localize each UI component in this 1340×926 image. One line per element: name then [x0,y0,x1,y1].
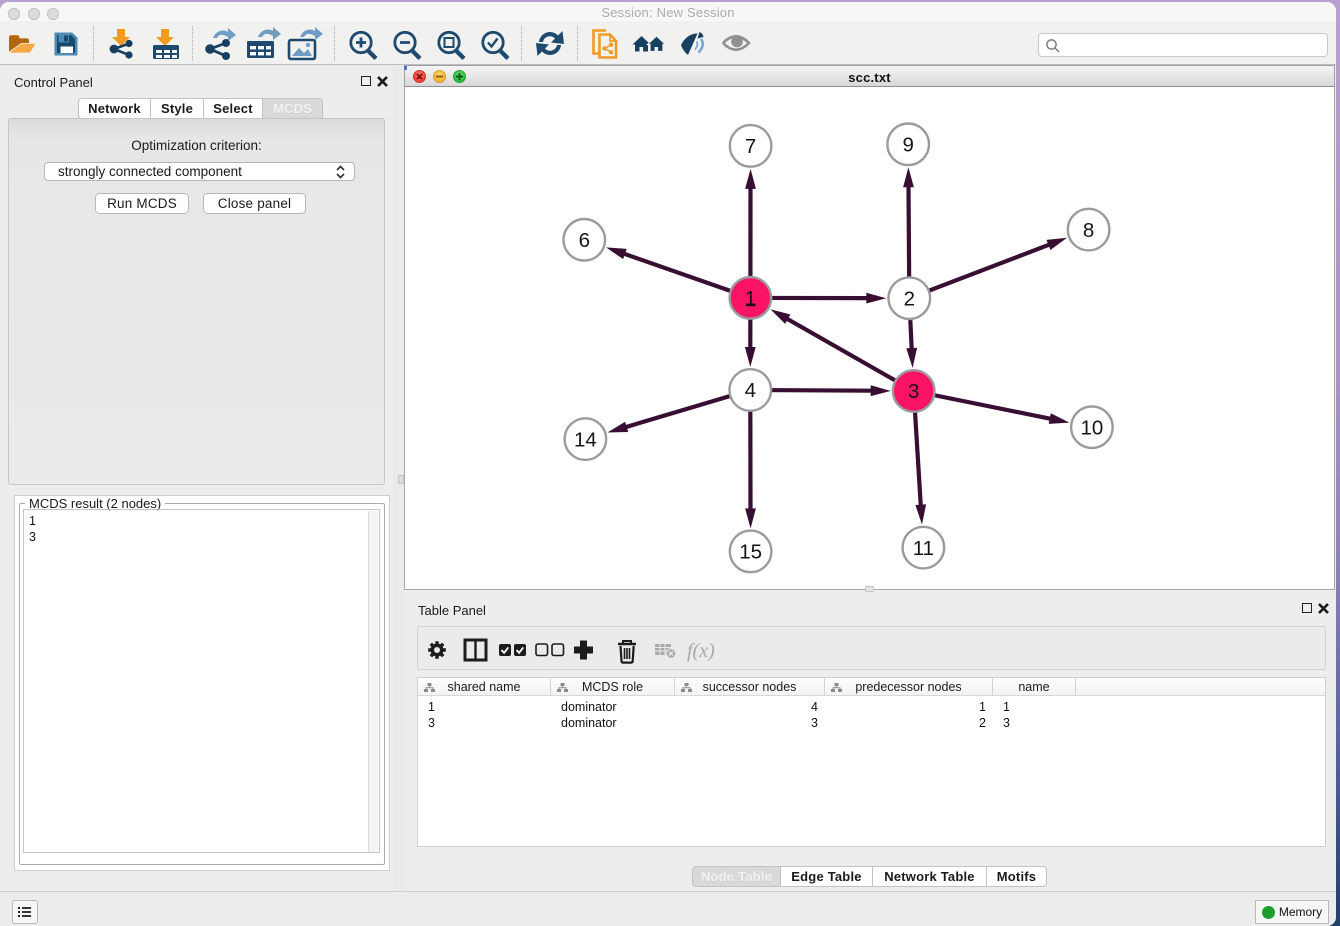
svg-text:15: 15 [739,541,762,564]
svg-text:3: 3 [908,380,919,403]
svg-text:4: 4 [745,379,756,402]
svg-text:7: 7 [745,135,756,158]
svg-text:9: 9 [902,134,913,157]
svg-text:10: 10 [1080,416,1103,439]
svg-text:f(x): f(x) [687,640,715,662]
svg-text:1: 1 [745,287,756,310]
svg-text:8: 8 [1083,219,1094,242]
svg-text:2: 2 [904,287,915,310]
svg-text:6: 6 [579,229,590,252]
svg-text:14: 14 [574,428,597,451]
svg-text:11: 11 [913,537,934,560]
